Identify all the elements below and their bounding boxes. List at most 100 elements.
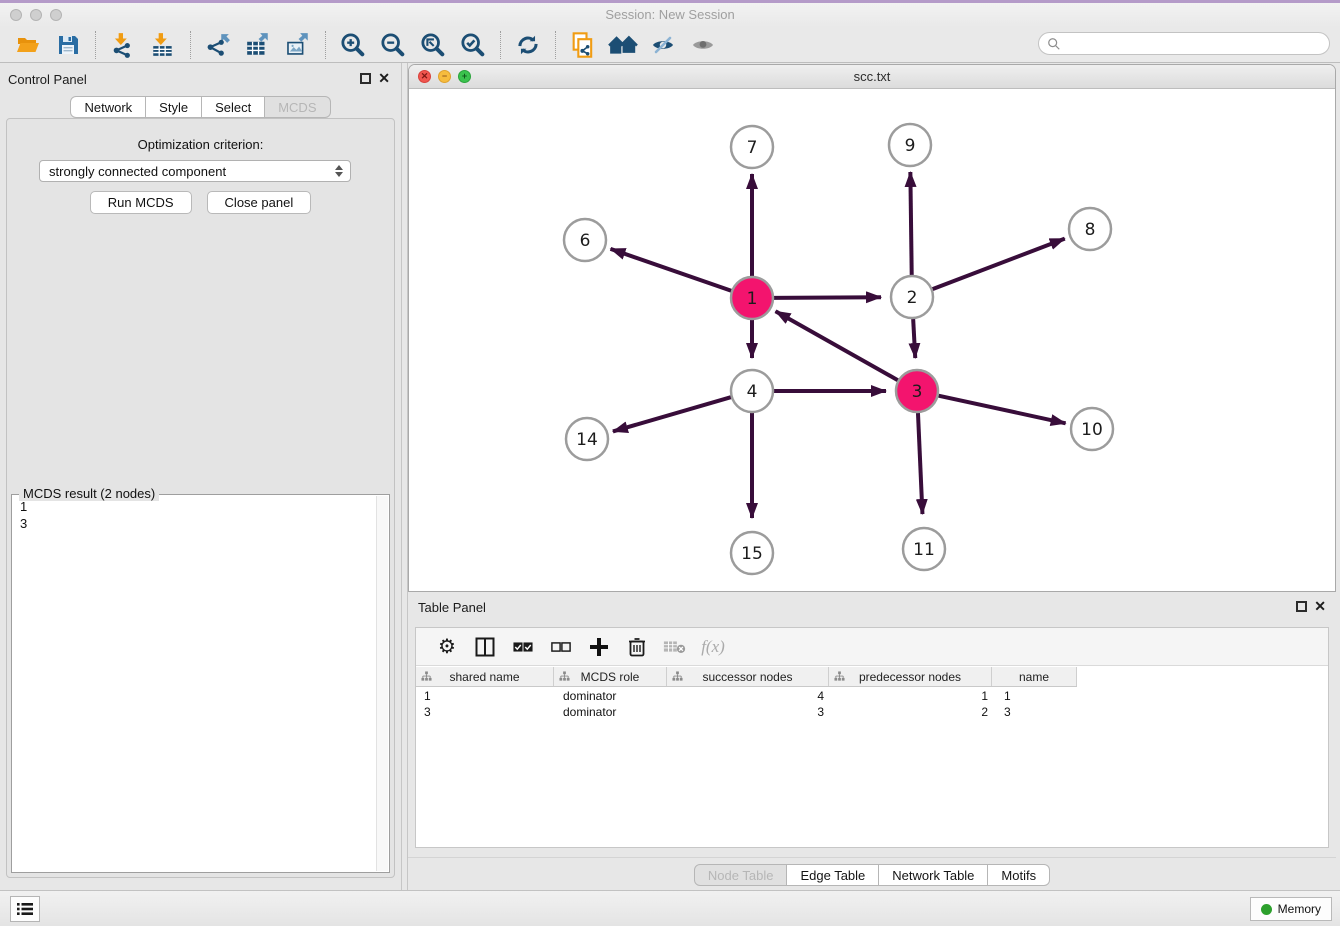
- edge-4-14[interactable]: [613, 397, 731, 431]
- tab-motifs[interactable]: Motifs: [988, 864, 1050, 886]
- table-cell[interactable]: dominator: [555, 704, 669, 720]
- edge-3-10[interactable]: [938, 396, 1065, 424]
- table-cell[interactable]: 2: [832, 704, 996, 720]
- show-all-button[interactable]: [687, 30, 719, 60]
- hide-selected-button[interactable]: [647, 30, 679, 60]
- status-bar: Memory: [0, 890, 1340, 926]
- import-network-button[interactable]: [107, 30, 139, 60]
- network-window-titlebar[interactable]: ✕ − + scc.txt: [409, 65, 1335, 89]
- edge-2-9[interactable]: [910, 172, 911, 275]
- memory-button[interactable]: Memory: [1250, 897, 1332, 921]
- select-all-button[interactable]: [508, 632, 538, 662]
- table-cell[interactable]: 1: [416, 688, 555, 704]
- close-window-button[interactable]: [10, 9, 22, 21]
- save-session-button[interactable]: [52, 30, 84, 60]
- search-input[interactable]: [1061, 34, 1329, 53]
- panel-splitter[interactable]: [401, 63, 408, 890]
- float-table-panel-icon[interactable]: [1296, 601, 1307, 612]
- node-label-14: 14: [576, 430, 598, 450]
- task-history-button[interactable]: [10, 896, 40, 922]
- table-cell[interactable]: 3: [669, 704, 832, 720]
- column-header-MCDS-role[interactable]: MCDS role: [554, 667, 667, 686]
- zoom-selected-button[interactable]: [457, 30, 489, 60]
- edge-3-11[interactable]: [918, 413, 922, 514]
- table-settings-button[interactable]: ⚙: [432, 632, 462, 662]
- close-table-panel-icon[interactable]: ✕: [1314, 598, 1326, 615]
- table-body[interactable]: 1dominator4113dominator323: [416, 688, 1328, 720]
- close-panel-button[interactable]: Close panel: [207, 191, 312, 214]
- eye-slash-icon: [649, 33, 677, 57]
- column-header-successor-nodes[interactable]: successor nodes: [667, 667, 829, 686]
- hierarchy-icon: [672, 671, 683, 682]
- tab-edge-table[interactable]: Edge Table: [787, 864, 879, 886]
- edge-3-1[interactable]: [776, 311, 898, 380]
- edge-1-2[interactable]: [774, 297, 881, 298]
- node-label-15: 15: [741, 544, 763, 564]
- table-cell[interactable]: 3: [416, 704, 555, 720]
- edge-2-3[interactable]: [913, 319, 915, 358]
- edge-2-8[interactable]: [933, 239, 1065, 290]
- column-header-name[interactable]: name: [992, 667, 1077, 686]
- zoom-fit-button[interactable]: [417, 30, 449, 60]
- clone-network-button[interactable]: [567, 30, 599, 60]
- node-label-1: 1: [747, 289, 758, 309]
- tab-node-table[interactable]: Node Table: [694, 864, 788, 886]
- search-field[interactable]: [1038, 32, 1330, 55]
- tab-style[interactable]: Style: [146, 96, 202, 118]
- criterion-value: strongly connected component: [49, 164, 332, 179]
- export-image-button[interactable]: [282, 30, 314, 60]
- add-row-button[interactable]: [584, 632, 614, 662]
- tab-network[interactable]: Network: [70, 96, 146, 118]
- edge-1-6[interactable]: [611, 249, 732, 291]
- first-neighbors-button[interactable]: [607, 30, 639, 60]
- table-cell[interactable]: dominator: [555, 688, 669, 704]
- show-columns-button[interactable]: [470, 632, 500, 662]
- float-panel-icon[interactable]: [360, 73, 371, 84]
- column-header-predecessor-nodes[interactable]: predecessor nodes: [829, 667, 992, 686]
- control-panel-tabs: NetworkStyleSelectMCDS: [0, 96, 401, 118]
- hierarchy-icon: [559, 671, 570, 682]
- zoom-window-button[interactable]: [50, 9, 62, 21]
- close-panel-icon[interactable]: ✕: [378, 70, 390, 87]
- network-minimize-button[interactable]: −: [438, 70, 451, 83]
- mcds-result-text: 1 3: [12, 495, 376, 872]
- criterion-dropdown[interactable]: strongly connected component: [39, 160, 351, 182]
- network-window-title: scc.txt: [409, 65, 1335, 89]
- minimize-window-button[interactable]: [30, 9, 42, 21]
- node-label-3: 3: [912, 382, 923, 402]
- eye-icon: [689, 33, 717, 57]
- table-cell[interactable]: 1: [996, 688, 1082, 704]
- node-label-10: 10: [1081, 420, 1103, 440]
- network-graph[interactable]: 1234678910111415: [410, 89, 1334, 591]
- window-traffic-lights[interactable]: [10, 9, 62, 21]
- table-row[interactable]: 1dominator411: [416, 688, 1328, 704]
- refresh-button[interactable]: [512, 30, 544, 60]
- column-header-shared-name[interactable]: shared name: [416, 667, 554, 686]
- table-row[interactable]: 3dominator323: [416, 704, 1328, 720]
- import-table-icon: [149, 32, 177, 58]
- network-close-button[interactable]: ✕: [418, 70, 431, 83]
- result-scrollbar[interactable]: [376, 496, 388, 871]
- open-file-button[interactable]: [12, 30, 44, 60]
- export-table-button[interactable]: [242, 30, 274, 60]
- network-canvas[interactable]: 1234678910111415: [410, 89, 1334, 591]
- table-header-row[interactable]: shared nameMCDS rolesuccessor nodesprede…: [416, 667, 1077, 687]
- table-cell[interactable]: 3: [996, 704, 1082, 720]
- table-cell[interactable]: 1: [832, 688, 996, 704]
- function-builder-button: f(x): [698, 632, 728, 662]
- plus-icon: [589, 637, 609, 657]
- run-mcds-button[interactable]: Run MCDS: [90, 191, 192, 214]
- network-zoom-button[interactable]: +: [458, 70, 471, 83]
- toolbar-separator: [500, 31, 501, 59]
- delete-row-button[interactable]: [622, 632, 652, 662]
- zoom-out-button[interactable]: [377, 30, 409, 60]
- tab-select[interactable]: Select: [202, 96, 265, 118]
- node-label-9: 9: [905, 136, 916, 156]
- tab-network-table[interactable]: Network Table: [879, 864, 988, 886]
- export-network-button[interactable]: [202, 30, 234, 60]
- zoom-in-button[interactable]: [337, 30, 369, 60]
- deselect-all-button[interactable]: [546, 632, 576, 662]
- tab-mcds[interactable]: MCDS: [265, 96, 330, 118]
- import-table-button[interactable]: [147, 30, 179, 60]
- table-cell[interactable]: 4: [669, 688, 832, 704]
